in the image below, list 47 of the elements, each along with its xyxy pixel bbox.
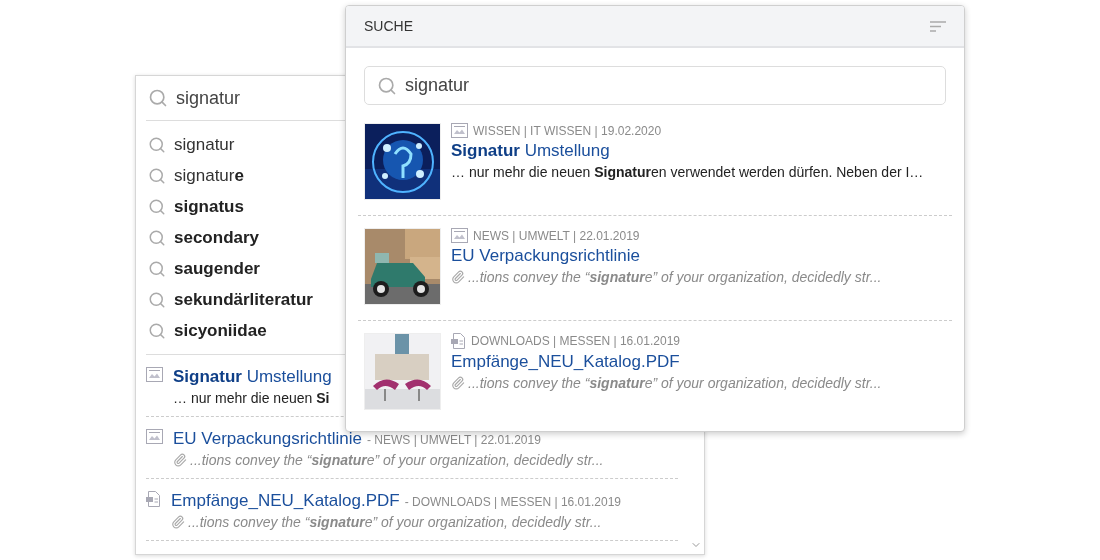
suggestion-item[interactable]: saugender [146, 253, 260, 284]
panel-title: SUCHE [364, 18, 413, 35]
search-icon [148, 228, 166, 247]
search-icon [148, 321, 166, 340]
search-icon [148, 88, 168, 108]
search-icon [148, 135, 166, 154]
result-meta: WISSEN | IT WISSEN | 19.02.2020 [473, 123, 662, 138]
search-icon [148, 290, 166, 309]
result-snippet: ...tions convey the “signature” of your organization, decidedly str... [468, 269, 882, 285]
result-snippet: ...tions convey the “signature” of your organization, decidedly str... [190, 452, 604, 468]
search-field[interactable]: signatur [364, 66, 946, 105]
suggestion-item[interactable]: sicyoniidae [146, 315, 267, 346]
search-icon [148, 166, 166, 185]
suggestion-item[interactable]: sekundärliteratur [146, 284, 313, 315]
document-icon [451, 333, 466, 349]
paperclip-icon [173, 453, 187, 467]
result-title-link[interactable]: EU Verpackungsrichtlinie [173, 429, 362, 449]
result-meta: DOWNLOADS | MESSEN | 16.01.2019 [471, 334, 680, 348]
result-meta: - DOWNLOADS | MESSEN | 16.01.2019 [404, 495, 621, 509]
search-field[interactable]: signatur [146, 87, 241, 109]
result-meta: - NEWS | UMWELT | 22.01.2019 [367, 433, 541, 447]
article-icon [451, 123, 468, 138]
paperclip-icon [171, 515, 185, 529]
result-snippet: ...tions convey the “signature” of your organization, decidedly str... [188, 514, 602, 530]
result-title-link[interactable]: Signatur Umstellung [451, 141, 924, 161]
article-icon [451, 228, 468, 243]
search-icon [148, 259, 166, 278]
document-icon [146, 491, 161, 507]
result-title-link[interactable]: Empfänge_NEU_Katalog.PDF [171, 491, 400, 511]
result-title-link[interactable]: Empfänge_NEU_Katalog.PDF [451, 352, 882, 372]
article-icon [146, 367, 163, 382]
search-icon [148, 197, 166, 216]
paperclip-icon [451, 270, 465, 284]
result-snippet: … nur mehr die neuen Signaturen verwendet werden dürfen. Neben der I… [451, 164, 924, 180]
result-title-link[interactable]: EU Verpackungsrichtlinie [451, 246, 882, 266]
suggestion-item[interactable]: signature [146, 160, 244, 191]
result-snippet: ...tions convey the “signature” of your organization, decidedly str... [468, 375, 882, 391]
suggestion-item[interactable]: signatur [146, 129, 235, 160]
suggestion-item[interactable]: signatus [146, 191, 244, 222]
result-meta: NEWS | UMWELT | 22.01.2019 [473, 228, 640, 243]
suggestion-item[interactable]: secondary [146, 222, 260, 253]
sort-icon[interactable] [930, 20, 946, 32]
article-icon [146, 429, 163, 444]
paperclip-icon [451, 376, 465, 390]
result-title-link[interactable]: Signatur Umstellung [173, 367, 332, 387]
result-snippet: … nur mehr die neuen Si [173, 390, 330, 406]
search-icon [377, 75, 397, 96]
